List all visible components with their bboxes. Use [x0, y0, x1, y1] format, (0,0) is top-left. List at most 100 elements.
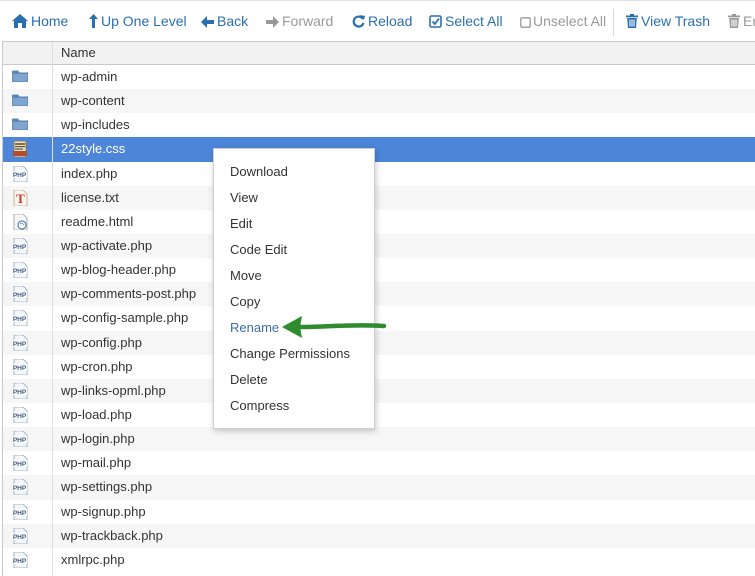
forward-button[interactable]: Forward: [266, 1, 333, 42]
file-name[interactable]: wp-admin: [61, 65, 117, 89]
table-row[interactable]: PHP wp-load.php: [3, 402, 755, 428]
reload-button[interactable]: Reload: [352, 1, 412, 42]
file-name[interactable]: license.txt: [61, 186, 119, 210]
toolbar-divider: [613, 9, 614, 36]
svg-text:PHP: PHP: [13, 534, 27, 541]
checkbox-empty-icon: [520, 17, 531, 28]
file-name[interactable]: wp-comments-post.php: [61, 282, 196, 306]
forward-label: Forward: [282, 13, 334, 29]
table-row[interactable]: PHP xmlrpc.php: [3, 547, 755, 572]
svg-text:PHP: PHP: [13, 292, 27, 299]
context-menu: Download View Edit Code Edit Move Copy Rename C…: [213, 148, 375, 429]
select-all-label: Select All: [445, 13, 503, 29]
up-one-level-button[interactable]: Up One Level: [89, 1, 187, 42]
file-name[interactable]: wp-load.php: [61, 403, 132, 427]
home-button[interactable]: Home: [12, 1, 68, 42]
file-name[interactable]: wp-mail.php: [61, 451, 131, 475]
menu-item-move[interactable]: Move: [230, 263, 262, 289]
table-row[interactable]: 22style.css: [3, 137, 755, 162]
checkbox-checked-icon: [429, 15, 442, 28]
file-name[interactable]: wp-trackback.php: [61, 524, 163, 548]
menu-item-download[interactable]: Download: [230, 159, 288, 185]
php-file-icon: PHP: [12, 237, 28, 255]
unselect-all-label: Unselect All: [533, 13, 607, 29]
table-row[interactable]: PHP wp-comments-post.php: [3, 282, 755, 307]
up-one-level-label: Up One Level: [101, 13, 187, 29]
table-row[interactable]: readme.html: [3, 209, 755, 234]
php-file-icon: PHP: [12, 310, 28, 327]
php-file-icon: PHP: [12, 454, 28, 472]
table-row[interactable]: Tlicense.txt: [3, 185, 755, 210]
table-row[interactable]: PHP wp-login.php: [3, 427, 755, 452]
table-row[interactable]: PHP wp-signup.php: [3, 499, 755, 524]
php-file-icon: PHP: [12, 478, 28, 496]
file-name[interactable]: wp-config-sample.php: [61, 306, 188, 330]
file-name[interactable]: wp-login.php: [61, 427, 135, 451]
menu-item-view[interactable]: View: [230, 185, 258, 211]
file-name[interactable]: wp-settings.php: [61, 475, 152, 499]
file-name[interactable]: wp-blog-header.php: [61, 258, 176, 282]
svg-text:PHP: PHP: [13, 365, 27, 372]
svg-text:PHP: PHP: [13, 316, 27, 323]
css-file-icon: [12, 141, 28, 158]
svg-text:PHP: PHP: [13, 558, 27, 565]
column-divider: [52, 42, 53, 576]
file-list-table: Name wp-admin wp-content wp-includes 22styl…: [2, 41, 755, 576]
php-file-icon: PHP: [12, 430, 28, 448]
view-trash-button[interactable]: View Trash: [626, 1, 710, 42]
table-row[interactable]: PHP wp-trackback.php: [3, 523, 755, 548]
menu-item-delete[interactable]: Delete: [230, 367, 268, 393]
reload-label: Reload: [368, 13, 413, 29]
folder-icon: [12, 69, 28, 85]
svg-text:PHP: PHP: [13, 485, 27, 492]
php-file-icon: PHP: [12, 261, 28, 279]
php-file-icon: PHP: [12, 165, 28, 182]
table-row[interactable]: PHP wp-activate.php: [3, 233, 755, 259]
svg-text:PHP: PHP: [13, 437, 27, 444]
select-all-button[interactable]: Select All: [429, 1, 503, 42]
menu-item-change-permissions[interactable]: Change Permissions: [230, 341, 350, 367]
table-row[interactable]: PHP wp-blog-header.php: [3, 258, 755, 283]
file-name[interactable]: wp-config.php: [61, 331, 142, 355]
file-name[interactable]: wp-cron.php: [61, 355, 133, 379]
php-file-icon: PHP: [12, 527, 28, 545]
table-row[interactable]: PHP wp-links-opml.php: [3, 378, 755, 403]
home-icon: [12, 14, 28, 28]
menu-item-edit[interactable]: Edit: [230, 211, 252, 237]
table-row[interactable]: PHP wp-mail.php: [3, 451, 755, 476]
table-row[interactable]: wp-includes: [3, 113, 755, 138]
file-name[interactable]: wp-activate.php: [61, 234, 152, 258]
empty-trash-button[interactable]: Er: [728, 1, 755, 42]
green-arrow-annotation: [282, 316, 387, 338]
svg-text:T: T: [16, 191, 25, 206]
php-file-icon: PHP: [12, 406, 28, 424]
file-name[interactable]: wp-content: [61, 89, 125, 113]
name-column-header[interactable]: Name: [61, 42, 96, 64]
home-label: Home: [31, 13, 69, 29]
file-name[interactable]: wp-signup.php: [61, 500, 146, 524]
file-name[interactable]: xmlrpc.php: [61, 548, 125, 572]
svg-text:PHP: PHP: [13, 268, 27, 275]
file-name[interactable]: index.php: [61, 162, 117, 186]
svg-text:PHP: PHP: [13, 172, 27, 179]
svg-text:PHP: PHP: [13, 389, 27, 396]
view-trash-label: View Trash: [641, 13, 710, 29]
file-name[interactable]: readme.html: [61, 210, 133, 234]
trash-icon: [626, 14, 638, 28]
table-row[interactable]: PHP wp-settings.php: [3, 475, 755, 500]
php-file-icon: PHP: [12, 382, 28, 400]
file-name[interactable]: wp-includes: [61, 113, 130, 137]
table-row[interactable]: PHP index.php: [3, 161, 755, 186]
menu-item-code-edit[interactable]: Code Edit: [230, 237, 287, 263]
file-name[interactable]: 22style.css: [61, 137, 125, 161]
unselect-all-button[interactable]: Unselect All: [520, 1, 606, 42]
menu-item-copy[interactable]: Copy: [230, 289, 260, 315]
empty-trash-label: Er: [743, 13, 755, 29]
menu-item-compress[interactable]: Compress: [230, 393, 289, 419]
table-row[interactable]: wp-admin: [3, 65, 755, 90]
table-row[interactable]: wp-content: [3, 89, 755, 114]
table-row[interactable]: PHP wp-cron.php: [3, 354, 755, 379]
menu-item-rename[interactable]: Rename: [230, 315, 279, 341]
file-name[interactable]: wp-links-opml.php: [61, 379, 166, 403]
back-button[interactable]: Back: [201, 1, 248, 42]
